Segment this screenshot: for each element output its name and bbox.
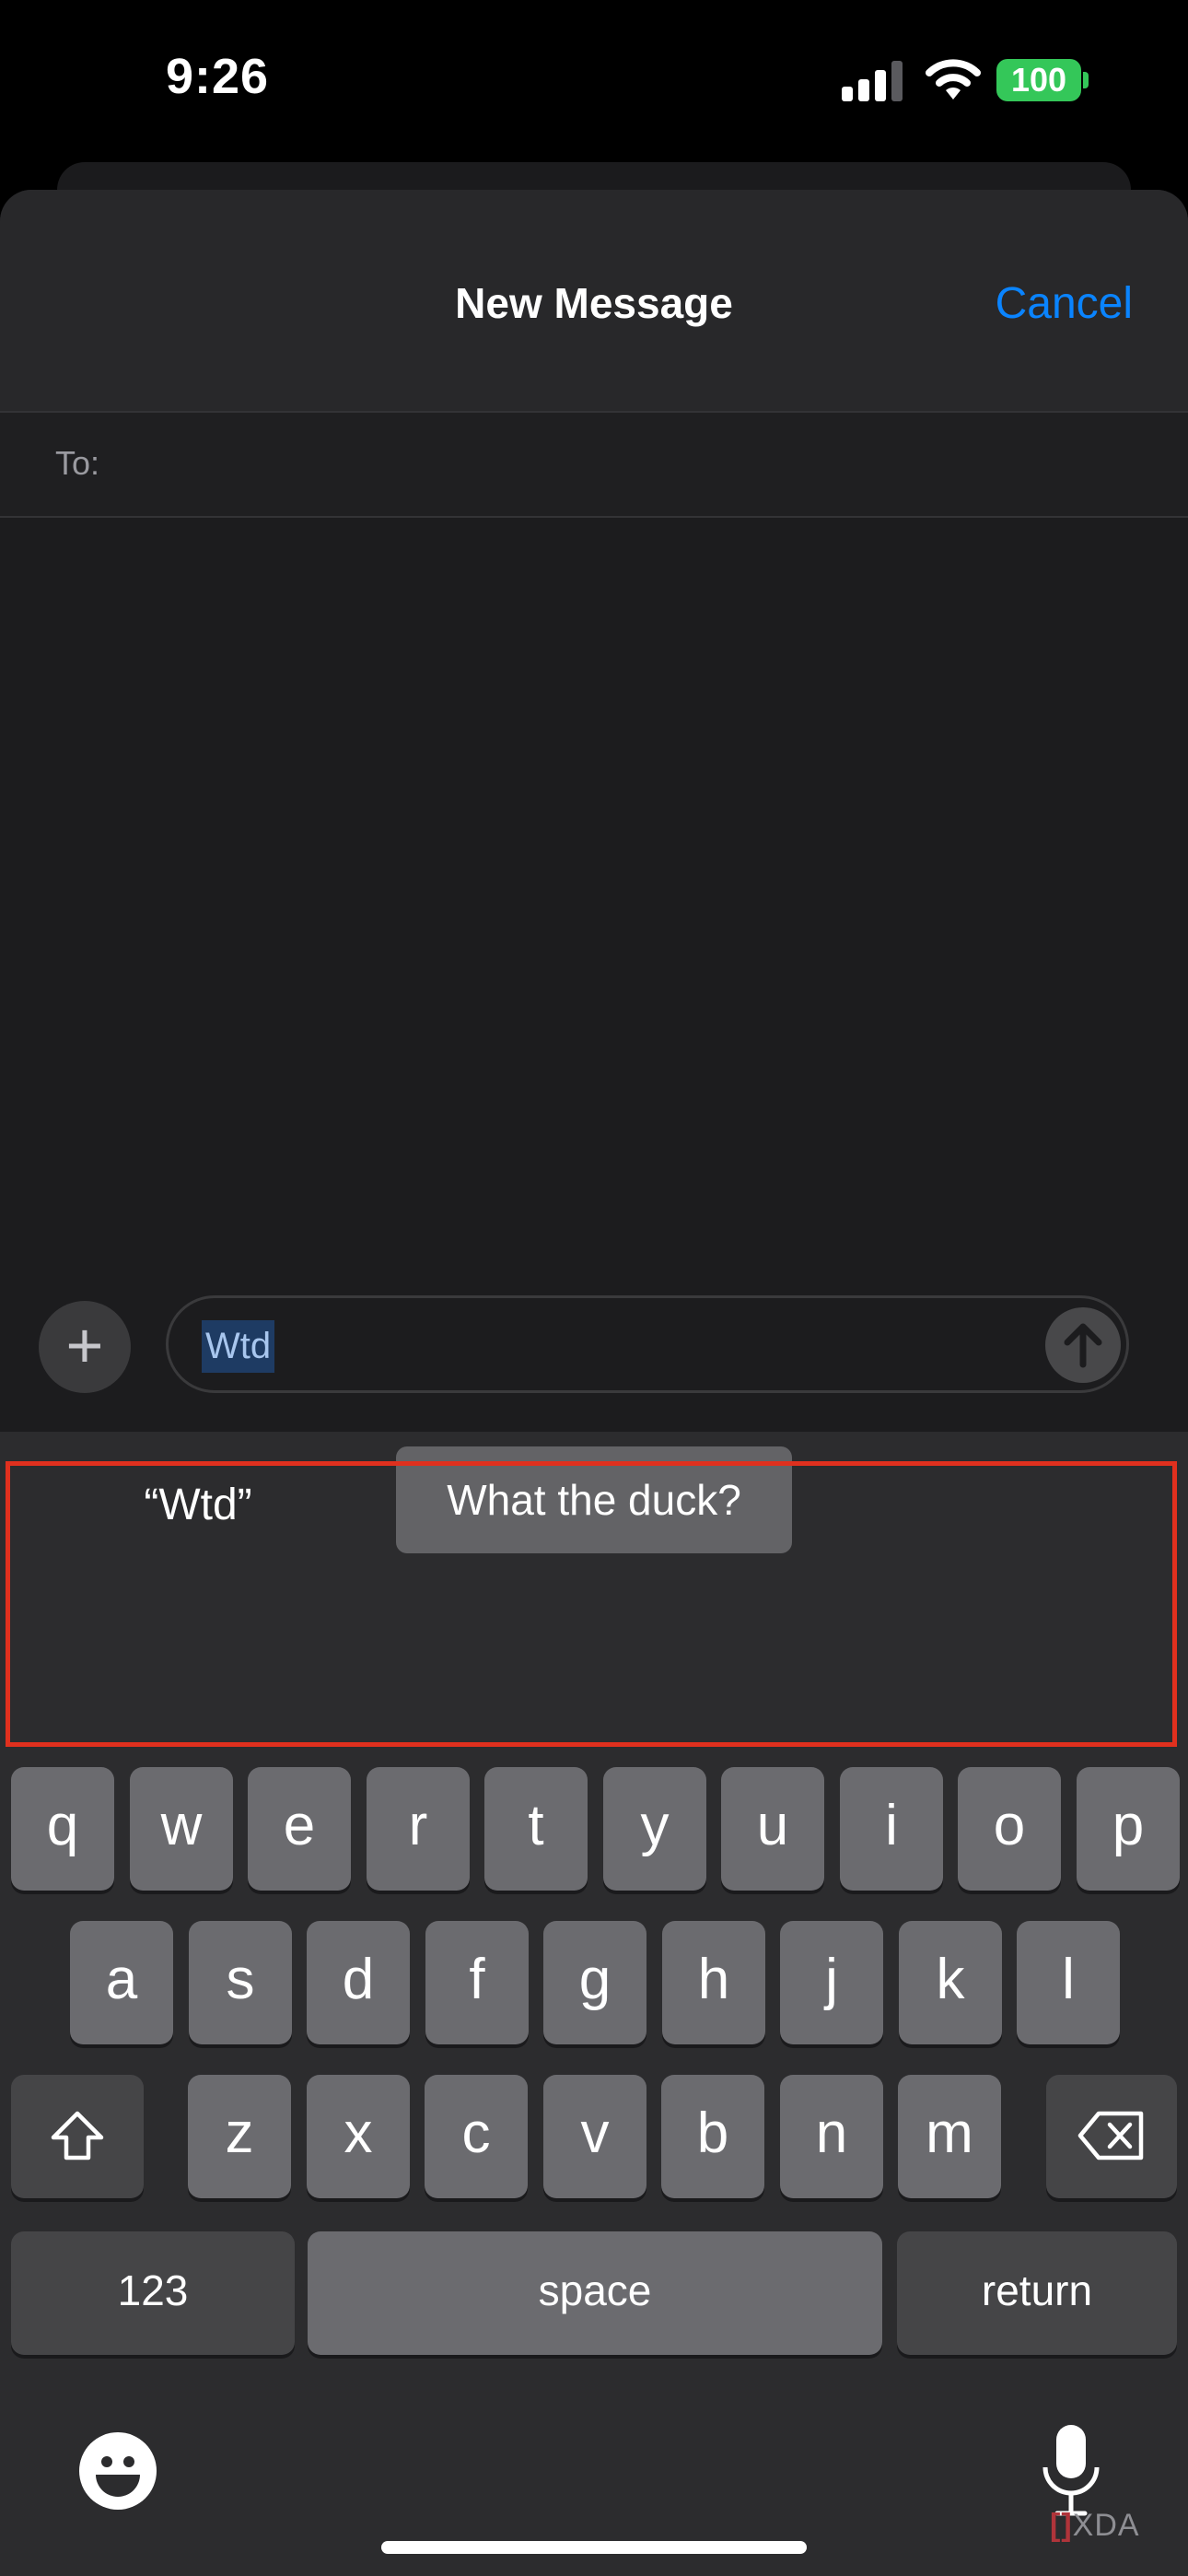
wifi-icon [921, 53, 985, 101]
key-b[interactable]: b [661, 2075, 764, 2198]
message-text-selected: Wtd [202, 1320, 275, 1373]
key-f[interactable]: f [425, 1921, 529, 2044]
key-c[interactable]: c [425, 2075, 528, 2198]
to-label: To: [55, 444, 100, 482]
key-x[interactable]: x [307, 2075, 410, 2198]
key-v[interactable]: v [543, 2075, 646, 2198]
emoji-icon[interactable] [79, 2432, 157, 2510]
key-h[interactable]: h [662, 1921, 765, 2044]
status-time: 9:26 [166, 49, 270, 104]
backspace-key[interactable] [1046, 2075, 1177, 2198]
key-l[interactable]: l [1017, 1921, 1120, 2044]
key-m[interactable]: m [898, 2075, 1001, 2198]
highlight-box [6, 1461, 1177, 1747]
add-attachment-button[interactable]: + [39, 1301, 131, 1393]
key-q[interactable]: q [11, 1767, 114, 1891]
key-s[interactable]: s [189, 1921, 292, 2044]
message-input[interactable]: Wtd [166, 1295, 1129, 1393]
key-k[interactable]: k [899, 1921, 1002, 2044]
home-indicator[interactable] [381, 2541, 807, 2554]
cellular-signal-icon [842, 61, 903, 101]
return-key[interactable]: return [897, 2231, 1177, 2355]
compose-bar: + Wtd [0, 1275, 1188, 1432]
battery-icon: 100 [996, 59, 1081, 101]
key-p[interactable]: p [1077, 1767, 1180, 1891]
key-t[interactable]: t [484, 1767, 588, 1891]
cancel-button[interactable]: Cancel [996, 278, 1133, 329]
key-j[interactable]: j [780, 1921, 883, 2044]
key-u[interactable]: u [721, 1767, 824, 1891]
navigation-bar: New Message Cancel [0, 190, 1188, 413]
key-r[interactable]: r [367, 1767, 470, 1891]
recipient-field[interactable]: To: [0, 413, 1188, 518]
key-z[interactable]: z [188, 2075, 291, 2198]
space-key[interactable]: space [308, 2231, 882, 2355]
key-a[interactable]: a [70, 1921, 173, 2044]
key-w[interactable]: w [130, 1767, 233, 1891]
key-g[interactable]: g [543, 1921, 646, 2044]
key-d[interactable]: d [307, 1921, 410, 2044]
key-e[interactable]: e [248, 1767, 351, 1891]
send-button[interactable] [1045, 1307, 1121, 1383]
battery-tip [1083, 72, 1089, 88]
key-o[interactable]: o [958, 1767, 1061, 1891]
key-n[interactable]: n [780, 2075, 883, 2198]
key-y[interactable]: y [603, 1767, 706, 1891]
key-i[interactable]: i [840, 1767, 943, 1891]
shift-key[interactable] [11, 2075, 144, 2198]
numbers-key[interactable]: 123 [11, 2231, 295, 2355]
xda-watermark: []XDA [1050, 2508, 1140, 2543]
